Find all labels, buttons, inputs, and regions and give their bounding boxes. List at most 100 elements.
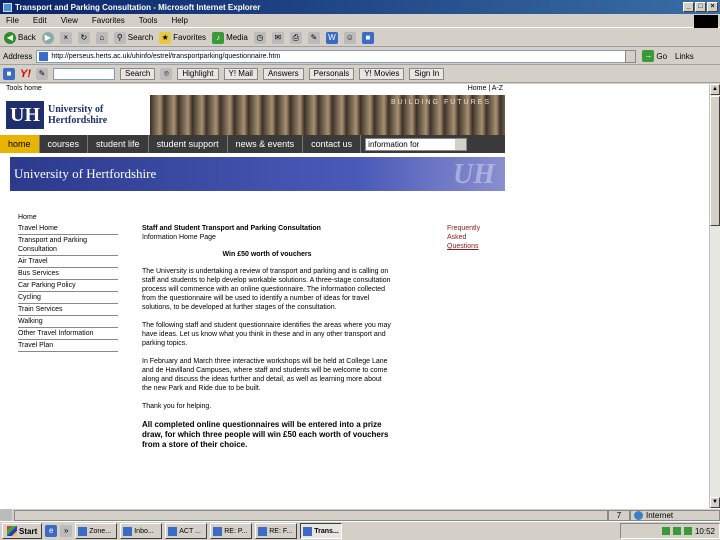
edit-icon[interactable]: ✎ — [307, 31, 320, 44]
yahoo-search-input[interactable] — [53, 68, 115, 80]
media-button[interactable]: ♪ Media — [212, 31, 248, 44]
taskbar-item-inbox[interactable]: Inbo... — [120, 523, 163, 539]
left-nav-bus-services[interactable]: Bus Services — [18, 268, 118, 280]
tools-line: Tools home Home | A-Z — [0, 84, 709, 95]
quicklaunch-ie-icon[interactable]: e — [45, 525, 58, 537]
taskbar-item-re-p[interactable]: RE: P... — [210, 523, 253, 539]
start-button[interactable]: Start — [2, 523, 43, 539]
yahoo-lock-icon[interactable]: ⌾ — [160, 68, 173, 80]
yahoo-movies-button[interactable]: Y! Movies — [359, 68, 405, 80]
zone-app-icon — [78, 526, 88, 536]
address-input[interactable]: http://perseus.herts.ac.uk/uhinfo/estrel… — [36, 49, 637, 63]
yahoo-logo[interactable]: Y! — [20, 68, 31, 80]
banner-title: University of Hertfordshire — [14, 166, 157, 181]
vertical-scrollbar[interactable]: ▲ ▼ — [709, 84, 720, 508]
zone-label: Internet — [646, 510, 674, 520]
win-vouchers-heading: Win £50 worth of vouchers — [222, 251, 312, 258]
mail-icon[interactable]: ✉ — [271, 31, 284, 44]
left-nav-travel-plan[interactable]: Travel Plan — [18, 340, 118, 352]
menu-help[interactable]: Help — [171, 16, 187, 25]
page-viewport[interactable]: Tools home Home | A-Z UH University of H… — [0, 84, 709, 508]
print-icon[interactable]: ⎙ — [289, 31, 302, 44]
menu-view[interactable]: View — [61, 16, 78, 25]
research-icon[interactable]: ■ — [361, 31, 374, 44]
nav-contact-us[interactable]: contact us — [303, 135, 362, 153]
taskbar-item-re-f[interactable]: RE: F... — [255, 523, 298, 539]
yahoo-pencil-icon[interactable]: ✎ — [36, 68, 48, 80]
nav-home[interactable]: home — [0, 135, 40, 153]
menu-file[interactable]: File — [6, 16, 19, 25]
left-nav-walking[interactable]: Walking — [18, 316, 118, 328]
scroll-up-icon[interactable]: ▲ — [710, 84, 720, 95]
left-nav-travel-home[interactable]: Travel Home — [18, 223, 118, 235]
window-controls: _ □ × — [683, 2, 718, 12]
close-button[interactable]: × — [707, 2, 718, 12]
yahoo-toolbar: ■ Y! ✎ Search ⌾ Highlight Y! Mail Answer… — [0, 66, 720, 83]
tray-network-icon[interactable] — [661, 527, 670, 535]
status-text — [14, 509, 608, 521]
home-icon[interactable]: ⌂ — [95, 31, 108, 44]
refresh-icon[interactable]: ↻ — [77, 31, 90, 44]
security-zone: Internet — [630, 509, 720, 521]
toolbar-menu-icon[interactable]: ■ — [3, 68, 15, 80]
home-az-links[interactable]: Home | A-Z — [468, 85, 503, 94]
left-nav-cycling[interactable]: Cycling — [18, 292, 118, 304]
back-button[interactable]: ◀ Back — [4, 31, 36, 44]
tray-app-icon[interactable] — [683, 527, 692, 535]
quicklaunch-more-icon[interactable]: » — [60, 525, 73, 537]
scroll-thumb[interactable] — [710, 96, 720, 226]
tools-home-link[interactable]: Tools home — [6, 85, 42, 94]
university-logo[interactable]: UH University of Hertfordshire — [0, 95, 150, 135]
taskbar-item-zone[interactable]: Zone... — [75, 523, 118, 539]
menu-edit[interactable]: Edit — [33, 16, 47, 25]
yahoo-search-button[interactable]: Search — [120, 68, 156, 80]
links-button[interactable]: Links — [675, 52, 694, 61]
address-dropdown-icon[interactable] — [625, 49, 637, 63]
faq-links[interactable]: Frequently Asked Questions — [447, 224, 480, 251]
nav-courses[interactable]: courses — [40, 135, 89, 153]
highlight-button[interactable]: Highlight — [177, 68, 219, 80]
information-for-select[interactable]: information for — [365, 137, 468, 151]
left-nav-car-parking[interactable]: Car Parking Policy — [18, 280, 118, 292]
messenger-icon[interactable]: ☺ — [343, 31, 356, 44]
taskbar-item-trans[interactable]: Trans... — [300, 523, 343, 539]
faq-line-3[interactable]: Questions — [447, 242, 480, 251]
forward-button[interactable]: ▶ — [41, 31, 54, 44]
faq-line-1[interactable]: Frequently — [447, 224, 480, 233]
minimize-button[interactable]: _ — [683, 2, 694, 12]
sign-in-button[interactable]: Sign In — [409, 68, 445, 80]
scroll-down-icon[interactable]: ▼ — [710, 497, 720, 508]
go-button[interactable]: → Go — [642, 50, 667, 62]
left-nav-home[interactable]: Home — [18, 212, 118, 223]
yahoo-mail-button[interactable]: Y! Mail — [223, 68, 258, 80]
nav-news-events[interactable]: news & events — [228, 135, 304, 153]
forward-arrow-icon: ▶ — [41, 31, 54, 44]
discuss-icon[interactable]: W — [325, 31, 338, 44]
left-nav-consultation[interactable]: Transport and Parking Consultation — [18, 235, 118, 256]
left-nav-air-travel[interactable]: Air Travel — [18, 256, 118, 268]
taskbar-item-act[interactable]: ACT ... — [165, 523, 208, 539]
left-nav-train-services[interactable]: Train Services — [18, 304, 118, 316]
tray-volume-icon[interactable] — [672, 527, 681, 535]
search-button[interactable]: ⚲ Search — [113, 31, 153, 44]
favorites-button[interactable]: ★ Favorites — [159, 31, 206, 44]
window-title-bar[interactable]: Transport and Parking Consultation - Mic… — [0, 0, 720, 14]
menu-tools[interactable]: Tools — [139, 16, 158, 25]
clock[interactable]: 10:52 — [695, 527, 715, 536]
taskbar-item-label: Zone... — [89, 527, 112, 535]
menu-favorites[interactable]: Favorites — [92, 16, 125, 25]
media-icon: ♪ — [212, 31, 225, 44]
maximize-button[interactable]: □ — [695, 2, 706, 12]
answers-button[interactable]: Answers — [262, 68, 304, 80]
start-label: Start — [19, 526, 38, 536]
ie-icon — [3, 2, 12, 12]
left-nav-other-travel[interactable]: Other Travel Information — [18, 328, 118, 340]
nav-student-life[interactable]: student life — [88, 135, 149, 153]
faq-line-2[interactable]: Asked — [447, 233, 480, 242]
stop-icon[interactable]: × — [59, 31, 72, 44]
content-paragraph-3: In February and March three interactive … — [142, 358, 388, 392]
personals-button[interactable]: Personals — [308, 68, 355, 80]
content-paragraph-4: Thank you for helping. — [142, 403, 212, 410]
nav-student-support[interactable]: student support — [149, 135, 228, 153]
history-icon[interactable]: ◷ — [253, 31, 266, 44]
